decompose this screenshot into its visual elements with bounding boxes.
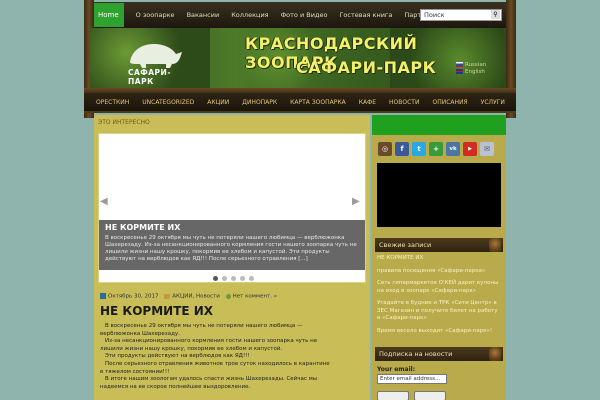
recent-post-link[interactable]: правила посещения «Сафари-парка» bbox=[377, 268, 501, 276]
slider-title[interactable]: НЕ КОРМИТЕ ИХ bbox=[105, 223, 359, 232]
email-field[interactable]: Enter email address... bbox=[377, 374, 447, 384]
language-switcher: Russian English bbox=[456, 62, 486, 76]
mainnav-item[interactable]: УСЛУГИ bbox=[481, 99, 505, 106]
uk-flag-icon bbox=[456, 69, 463, 74]
folder-icon bbox=[164, 293, 171, 299]
post-paragraph: Из-за несанкционированного кормления гос… bbox=[100, 338, 318, 352]
youtube-icon[interactable]: ▶ bbox=[463, 142, 477, 156]
logo[interactable]: САФАРИ-ПАРК bbox=[126, 36, 184, 86]
mainnav-item[interactable]: ДИНОПАРК bbox=[242, 99, 277, 106]
slider-dot[interactable] bbox=[249, 276, 254, 281]
slider-next-icon[interactable]: ▶ bbox=[352, 196, 360, 207]
post-date: Октябрь 30, 2017 bbox=[108, 293, 159, 300]
post-categories[interactable]: АКЦИИ, Новости bbox=[172, 294, 220, 300]
subscribe-header: Подписка на новости bbox=[375, 347, 503, 361]
slider-dot[interactable] bbox=[213, 276, 218, 281]
main-content: ЭТО ИНТЕРЕСНО ◀ ▶ НЕ КОРМИТЕ ИХ В воскре… bbox=[94, 115, 370, 400]
lang-en[interactable]: English bbox=[456, 69, 486, 76]
breadcrumb[interactable]: ЭТО ИНТЕРЕСНО bbox=[98, 119, 150, 126]
main-nav: ОРЕСТКИН UNCATEGORIZED АКЦИИ ДИНОПАРК КА… bbox=[84, 93, 516, 113]
comment-icon bbox=[225, 293, 231, 299]
twitter-icon[interactable]: t bbox=[412, 142, 426, 156]
post-body: В воскресенье 29 октября мы чуть не поте… bbox=[100, 323, 334, 391]
video-player[interactable] bbox=[377, 163, 501, 227]
post-comments[interactable]: Нет коммент. » bbox=[233, 294, 278, 300]
recent-posts-list: НЕ КОРМИТЕ ИХ правила посещения «Сафари-… bbox=[377, 255, 501, 340]
slider-dot[interactable] bbox=[240, 276, 245, 281]
slider-caption: НЕ КОРМИТЕ ИХ В воскресенье 29 октября м… bbox=[99, 220, 365, 270]
russia-flag-icon bbox=[456, 62, 463, 67]
slider-text: В воскресенье 29 октября мы чуть не поте… bbox=[105, 235, 357, 262]
mainnav-item[interactable]: НОВОСТИ bbox=[389, 99, 419, 106]
search-icon[interactable]: ⚲ bbox=[491, 10, 500, 19]
recent-post-link[interactable]: НЕ КОРМИТЕ ИХ bbox=[377, 255, 501, 263]
recent-post-link[interactable]: Время весело выходит «Сафари-парк»! bbox=[377, 328, 501, 336]
vk-icon[interactable]: vk bbox=[446, 142, 460, 156]
sidebar-green-bar bbox=[372, 115, 506, 135]
nav-item-about[interactable]: О зоопарке bbox=[136, 11, 175, 19]
mainnav-item[interactable]: ОРЕСТКИН bbox=[96, 99, 129, 106]
header-banner: САФАРИ-ПАРК КРАСНОДАРСКИЙ ЗООПАРК САФАРИ… bbox=[90, 28, 506, 90]
logo-text: САФАРИ-ПАРК bbox=[128, 68, 171, 86]
mainnav-item[interactable]: ОПИСАНИЯ bbox=[432, 99, 467, 106]
monkey-icon bbox=[489, 347, 501, 361]
recent-post-link[interactable]: Сеть гипермаркетов О'КЕЙ дарит купоны на… bbox=[377, 280, 501, 295]
slider-dot[interactable] bbox=[231, 276, 236, 281]
google-plus-icon[interactable]: + bbox=[429, 142, 443, 156]
rhino-logo-icon bbox=[130, 44, 182, 68]
monkey-icon bbox=[489, 238, 501, 252]
site-title-line2: САФАРИ-ПАРК bbox=[296, 58, 437, 77]
calendar-icon bbox=[100, 293, 106, 299]
slider-dot[interactable] bbox=[222, 276, 227, 281]
post-title[interactable]: НЕ КОРМИТЕ ИХ bbox=[100, 304, 213, 318]
unsubscribe-button[interactable] bbox=[414, 391, 446, 400]
mainnav-item[interactable]: КАРТА ЗООПАРКА bbox=[290, 99, 346, 106]
social-links: ◎ f t + vk ▶ ✉ bbox=[378, 142, 494, 156]
slider-prev-icon[interactable]: ◀ bbox=[100, 196, 108, 207]
post-paragraph: В итоге нашим зоологам удалось спасти жи… bbox=[100, 376, 318, 390]
lang-ru[interactable]: Russian bbox=[456, 62, 486, 69]
recent-post-link[interactable]: Угадайте в будние и ТРК «Сити Центр» в З… bbox=[377, 300, 501, 323]
featured-slider: ◀ ▶ НЕ КОРМИТЕ ИХ В воскресенье 29 октяб… bbox=[98, 133, 366, 283]
subscribe-button[interactable] bbox=[377, 391, 409, 400]
nav-item-vacancies[interactable]: Вакансии bbox=[187, 11, 220, 19]
mainnav-item[interactable]: КАФЕ bbox=[359, 99, 376, 106]
instagram-icon[interactable]: ◎ bbox=[378, 142, 392, 156]
mainnav-item[interactable]: АКЦИИ bbox=[207, 99, 229, 106]
slider-dots bbox=[213, 276, 254, 281]
nav-item-photo-video[interactable]: Фото и Видео bbox=[281, 11, 328, 19]
post-paragraph: В воскресенье 29 октября мы чуть не поте… bbox=[100, 323, 303, 337]
mainnav-item[interactable]: UNCATEGORIZED bbox=[142, 99, 194, 106]
nav-item-guestbook[interactable]: Гостевая книга bbox=[339, 11, 392, 19]
post-meta: Октябрь 30, 2017 АКЦИИ, Новости Нет комм… bbox=[100, 293, 277, 300]
nav-item-collection[interactable]: Коллекция bbox=[231, 11, 268, 19]
nav-home[interactable]: Home bbox=[93, 3, 124, 27]
post-paragraph: Эти продукты действуют на верблюдов как … bbox=[105, 353, 250, 360]
email-label: Your email: bbox=[377, 366, 416, 373]
sidebar: ◎ f t + vk ▶ ✉ Свежие записи НЕ КОРМИТЕ … bbox=[372, 115, 506, 400]
post-paragraph: После серьезного отравления животное тро… bbox=[100, 360, 330, 375]
search-input[interactable]: Поиск bbox=[420, 9, 502, 21]
facebook-icon[interactable]: f bbox=[395, 142, 409, 156]
recent-posts-header: Свежие записи bbox=[375, 238, 503, 252]
email-icon[interactable]: ✉ bbox=[480, 142, 494, 156]
